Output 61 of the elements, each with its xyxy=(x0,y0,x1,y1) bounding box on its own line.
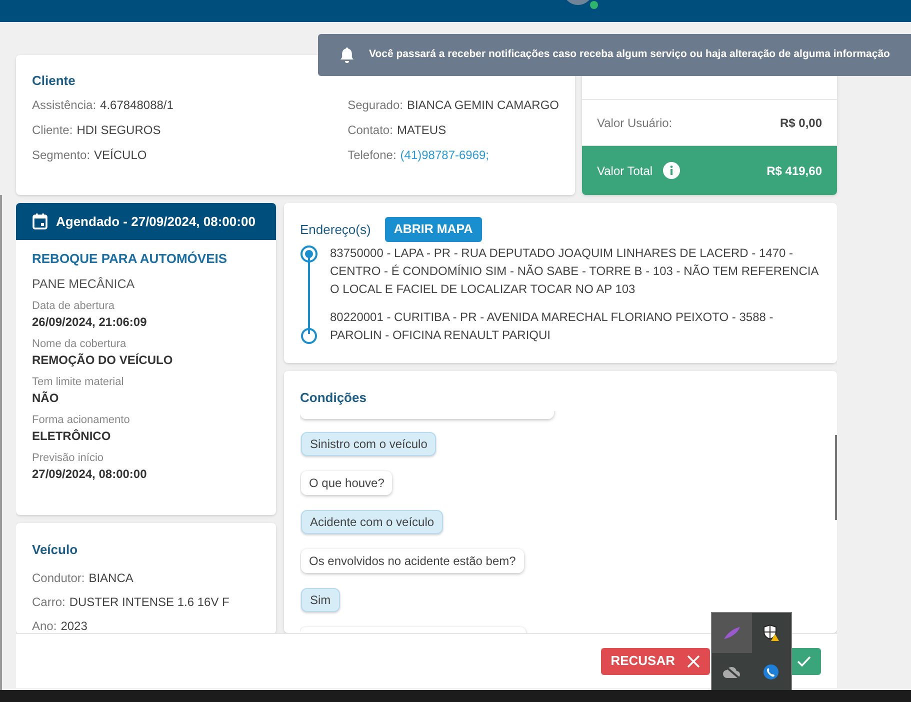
field-label: Cliente: xyxy=(32,122,73,138)
field-value: NÃO xyxy=(32,390,59,406)
origin-marker-icon xyxy=(300,245,318,263)
chat-bubble: Sim xyxy=(301,588,340,612)
field-label: Nome da cobertura xyxy=(32,337,126,352)
shield-warning-icon[interactable] xyxy=(762,624,780,642)
field-label: Previsão início xyxy=(32,451,104,466)
phone-icon[interactable] xyxy=(763,664,780,680)
close-icon xyxy=(687,654,700,668)
field-label: Assistência: xyxy=(32,96,96,114)
field-label: Data de abertura xyxy=(32,299,115,314)
field-value: 26/09/2024, 21:06:09 xyxy=(32,314,147,330)
check-icon xyxy=(797,656,811,666)
info-icon[interactable] xyxy=(662,162,680,179)
card-title: Veículo xyxy=(32,541,78,559)
field-value: REMOÇÃO DO VEÍCULO xyxy=(32,352,173,368)
field-value: VEÍCULO xyxy=(94,146,147,164)
field-value: BIANCA GEMIN CAMARGO xyxy=(406,96,559,114)
bell-icon xyxy=(340,47,354,63)
field-value: ELETRÔNICO xyxy=(32,428,111,444)
field-value: 4.67848088/1 xyxy=(100,96,174,114)
field-value: HDI SEGUROS xyxy=(76,122,161,138)
address-text: 83750000 - LAPA - PR - RUA DEPUTADO JOAQUIM LINHARES DE LACERD - 1470 - CENTRO - É CONDOMÍNIO SIM - NÃO SABE - TORRE B - 103 - NÃO TEM REFERENCIA O LOCAL E FACIEL DE LOCALIZAR TOCAR NO AP 103 xyxy=(330,245,820,298)
card-title: Condições xyxy=(300,389,366,407)
address-text: 80220001 - CURITIBA - PR - AVENIDA MARECHAL FLORIANO PEIXOTO - 3588 - PAROLIN - OFICINA RENAULT PARIQUI xyxy=(330,309,774,344)
field-label: Contato: xyxy=(348,122,393,138)
accept-button[interactable] xyxy=(790,648,821,674)
field-label: Carro: xyxy=(32,594,66,610)
scrollbar[interactable] xyxy=(835,435,837,520)
value-amount: R$ 0,00 xyxy=(780,114,822,132)
chat-bubble: Os envolvidos no acidente estão bem? xyxy=(301,548,524,572)
phone-link[interactable]: (41)98787-6969; xyxy=(400,146,490,164)
cloud-off-icon[interactable] xyxy=(722,665,742,679)
field-label: Telefone: xyxy=(348,146,396,164)
value-amount: R$ 419,60 xyxy=(766,162,822,180)
destination-marker-icon xyxy=(300,327,318,345)
field-label: Segmento: xyxy=(32,146,90,164)
chat-bubble: Acidente com o veículo xyxy=(301,510,444,534)
open-map-button[interactable]: ABRIR MAPA xyxy=(384,217,482,242)
field-label: Ano: xyxy=(32,618,57,633)
calendar-icon xyxy=(32,213,48,230)
field-value: MATEUS xyxy=(396,122,446,138)
chat-bubble: O que houve? xyxy=(301,470,392,494)
value-label: Valor Usuário: xyxy=(597,114,672,132)
problem-text: PANE MECÂNICA xyxy=(32,276,135,292)
field-label: Condutor: xyxy=(32,570,85,586)
notification-text: Você passará a receber notificações caso receba algum serviço ou haja alteração de alguma informação xyxy=(369,47,890,62)
field-label: Tem limite material xyxy=(32,375,124,390)
reject-button[interactable]: RECUSAR xyxy=(600,648,710,674)
card-title: Endereço(s) xyxy=(300,220,371,239)
service-title: REBOQUE PARA AUTOMÓVEIS xyxy=(32,250,228,268)
schedule-title: Agendado - 27/09/2024, 08:00:00 xyxy=(56,212,256,231)
field-value: 27/09/2024, 08:00:00 xyxy=(32,466,147,482)
field-value: DUSTER INTENSE 1.6 16V F xyxy=(69,594,230,610)
field-value: 2023 xyxy=(60,618,88,633)
chat-bubble: Sinistro com o veículo xyxy=(301,432,436,456)
field-label: Segurado: xyxy=(348,96,403,114)
card-title: Cliente xyxy=(32,72,76,90)
field-label: Forma acionamento xyxy=(32,413,130,428)
value-label: Valor Total xyxy=(597,162,653,180)
field-value: BIANCA xyxy=(88,570,134,586)
